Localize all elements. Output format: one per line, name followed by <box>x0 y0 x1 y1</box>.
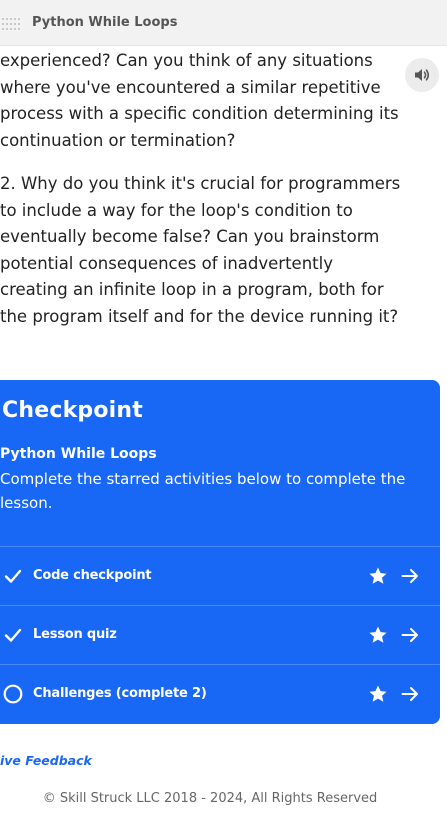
paragraph-text: 2. Why do you think it's crucial for pro… <box>0 174 401 326</box>
give-feedback-link[interactable]: ive Feedback <box>0 753 92 768</box>
checkpoint-item-challenges[interactable]: Challenges (complete 2) <box>0 664 440 723</box>
checkpoint-list: Code checkpoint Lesson quiz Challenges (… <box>0 546 440 723</box>
checkpoint-item-lesson-quiz[interactable]: Lesson quiz <box>0 605 440 664</box>
paragraph-text: experienced? Can you think of any situat… <box>0 51 399 150</box>
checkpoint-card: Checkpoint Python While Loops Complete t… <box>0 380 440 724</box>
star-icon <box>368 684 388 704</box>
checkpoint-title: Checkpoint <box>2 398 143 423</box>
arrow-right-icon[interactable] <box>400 566 420 586</box>
checkpoint-item-code-checkpoint[interactable]: Code checkpoint <box>0 546 440 605</box>
check-icon <box>3 566 23 586</box>
star-icon <box>368 625 388 645</box>
lesson-header: Python While Loops <box>0 0 447 46</box>
arrow-right-icon[interactable] <box>400 684 420 704</box>
lesson-title: Python While Loops <box>32 15 178 30</box>
checkpoint-description: Complete the starred activities below to… <box>0 470 406 512</box>
drag-handle-icon[interactable] <box>2 18 22 30</box>
speaker-icon[interactable] <box>405 58 439 92</box>
checkpoint-item-label: Challenges (complete 2) <box>33 686 207 701</box>
checkpoint-item-label: Code checkpoint <box>33 568 152 583</box>
copyright-footer: © Skill Struck LLC 2018 - 2024, All Righ… <box>42 791 378 806</box>
checkpoint-lesson-name: Python While Loops <box>0 446 157 462</box>
circle-icon <box>3 684 23 704</box>
arrow-right-icon[interactable] <box>400 625 420 645</box>
check-icon <box>3 625 23 645</box>
checkpoint-item-label: Lesson quiz <box>33 627 117 642</box>
lesson-content: experienced? Can you think of any situat… <box>0 48 402 330</box>
star-icon <box>368 566 388 586</box>
